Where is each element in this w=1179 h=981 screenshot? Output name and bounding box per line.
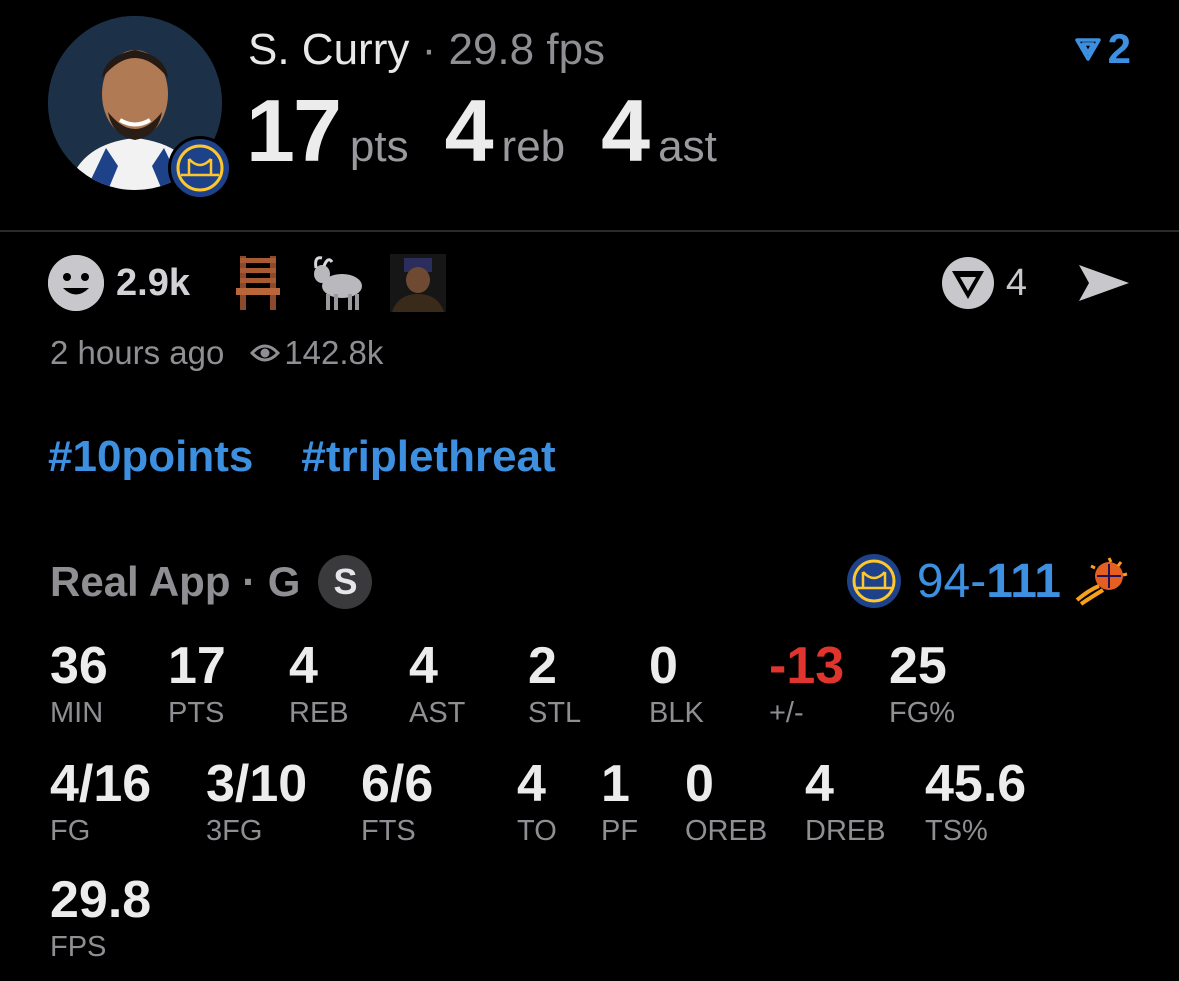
game-score[interactable]: 94-111: [846, 550, 1131, 612]
name-separator: ·: [421, 25, 437, 74]
fantasy-points-label: 29.8 fps: [448, 25, 606, 74]
stat-pts: 17 PTS: [168, 636, 226, 730]
stat-label: MIN: [50, 697, 104, 729]
eye-icon: [250, 344, 281, 362]
stat-value: 4: [409, 637, 438, 695]
stat-dreb: 4 DREB: [805, 754, 886, 848]
stat-value: 45.6: [925, 755, 1027, 813]
score-text: 94-111: [917, 554, 1061, 609]
stat-fts: 6/6 FTS: [361, 754, 433, 848]
stat-fg-pct: 25 FG%: [889, 636, 955, 730]
stat-oreb: 0 OREB: [685, 754, 767, 848]
stat-ts-pct: 45.6 TS%: [925, 754, 1026, 848]
player-name-line[interactable]: S. Curry · 29.8 fps: [248, 24, 605, 76]
header-divider: [0, 230, 1179, 232]
stat-plus-minus: -13 +/-: [769, 636, 844, 730]
stat-label: FPS: [50, 931, 107, 963]
stat-label: BLK: [649, 697, 704, 729]
stat-min: 36 MIN: [50, 636, 108, 730]
stat-label: AST: [409, 697, 466, 729]
vote-action[interactable]: 4: [941, 252, 1131, 314]
stat-label: +/-: [769, 697, 804, 729]
stat-value: -13: [769, 637, 845, 695]
warriors-logo-icon: [168, 136, 232, 200]
stat-label: DREB: [805, 815, 886, 847]
smiley-icon[interactable]: [48, 255, 104, 311]
stat-label: PTS: [168, 697, 225, 729]
stat-value: 4/16: [50, 755, 152, 813]
stat-value: 36: [50, 637, 108, 695]
stat-value: 1: [601, 755, 630, 813]
stat-value: 4: [289, 637, 318, 695]
stat-value: 6/6: [361, 755, 434, 813]
stat-value: 3/10: [206, 755, 308, 813]
hashtag-link[interactable]: #triplethreat: [301, 432, 555, 482]
headline-rebounds: 4: [444, 81, 494, 180]
vote-icon[interactable]: [941, 257, 994, 309]
headline-assists: 4: [601, 81, 650, 180]
game-source: Real App · G S: [50, 554, 373, 610]
stat-label: 3FG: [206, 815, 263, 847]
goat-emoji-icon[interactable]: [310, 254, 366, 312]
hashtag-link[interactable]: #10points: [48, 432, 253, 482]
stat-label: PF: [601, 815, 639, 847]
stat-3fg: 3/10 3FG: [206, 754, 307, 848]
stat-fps: 29.8 FPS: [50, 870, 151, 964]
stat-label: TO: [517, 815, 557, 847]
player-thumbnail-icon[interactable]: [389, 254, 446, 312]
player-name[interactable]: S. Curry: [248, 25, 409, 74]
stat-value: 29.8: [50, 871, 152, 929]
share-icon[interactable]: [1077, 261, 1131, 305]
score-away: 111: [986, 554, 1061, 608]
warriors-logo-icon: [846, 554, 901, 608]
stat-label: OREB: [685, 815, 768, 847]
post-meta: 2 hours ago 142.8k: [50, 330, 383, 376]
stat-value: 2: [528, 637, 557, 695]
stat-fg: 4/16 FG: [50, 754, 151, 848]
stat-pf: 1 PF: [601, 754, 638, 848]
reactions-row: 2.9k: [48, 252, 470, 314]
stat-value: 0: [685, 755, 714, 813]
stat-to: 4 TO: [517, 754, 557, 848]
stat-label: FTS: [361, 815, 416, 847]
headline-assists-unit: ast: [658, 122, 717, 171]
stat-label: TS%: [925, 815, 988, 847]
vote-count: 4: [1005, 261, 1027, 304]
stat-blk: 0 BLK: [649, 636, 704, 730]
stat-reb: 4 REB: [289, 636, 349, 730]
chair-emoji-icon[interactable]: [230, 254, 286, 312]
stat-ast: 4 AST: [409, 636, 465, 730]
view-count-group: 142.8k: [250, 334, 383, 372]
time-ago: 2 hours ago: [50, 334, 225, 371]
headline-stats: 17 pts 4 reb 4 ast: [246, 86, 753, 202]
score-home: 94-: [916, 554, 987, 608]
stat-label: FG: [50, 815, 91, 847]
vote-filter-icon: [1074, 38, 1101, 61]
stat-label: STL: [528, 697, 582, 729]
hashtags: #10points #triplethreat: [48, 432, 556, 482]
headline-points-unit: pts: [349, 122, 409, 171]
stat-value: 4: [805, 755, 834, 813]
stat-value: 25: [889, 637, 947, 695]
headline-rebounds-unit: reb: [501, 122, 566, 171]
reaction-count: 2.9k: [116, 261, 190, 304]
top-vote-badge[interactable]: 2: [1074, 25, 1131, 72]
stat-value: 0: [649, 637, 678, 695]
top-vote-count: 2: [1107, 25, 1131, 72]
stat-value: 17: [168, 637, 226, 695]
stat-value: 4: [517, 755, 546, 813]
source-label: Real App · G: [50, 558, 301, 605]
headline-points: 17: [246, 81, 342, 180]
suns-logo-icon: [1075, 557, 1128, 606]
position-badge: S: [318, 555, 373, 609]
stat-stl: 2 STL: [528, 636, 581, 730]
stat-label: FG%: [889, 697, 956, 729]
stat-label: REB: [289, 697, 349, 729]
view-count: 142.8k: [284, 334, 384, 371]
